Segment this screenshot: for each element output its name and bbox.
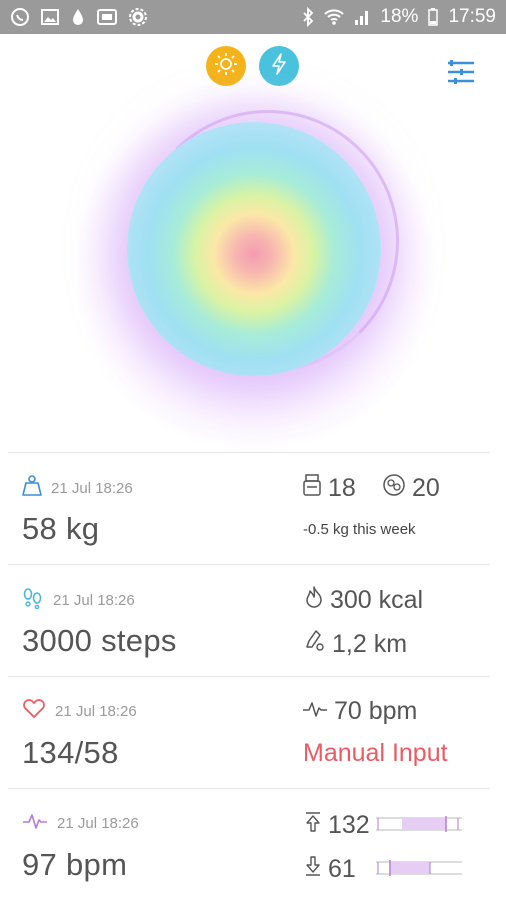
steps-calories: 300 kcal: [304, 585, 423, 616]
bluetooth-icon: [302, 7, 314, 27]
heart-rate-card[interactable]: 21 Jul 18:26 97 bpm 132 61: [8, 788, 490, 900]
bp-source: Manual Input: [303, 739, 448, 767]
gallery-icon: [40, 7, 60, 27]
health-orb[interactable]: [55, 82, 455, 452]
battery-percent: 18%: [380, 6, 419, 27]
hr-min-value: 61: [328, 855, 356, 883]
weight-value: 58 kg: [22, 511, 100, 546]
sun-icon: [214, 52, 238, 81]
arrow-up-icon: [304, 811, 322, 840]
bottle-icon: [302, 473, 322, 504]
steps-card[interactable]: 21 Jul 18:26 3000 steps 300 kcal 1,2 km: [8, 564, 490, 676]
heart-icon: [22, 699, 46, 723]
bp-pulse-value: 70 bpm: [334, 697, 418, 725]
bp-timestamp: 21 Jul 18:26: [55, 702, 137, 720]
steps-value: 3000 steps: [22, 623, 177, 658]
lightning-button[interactable]: [259, 46, 299, 86]
weight-timestamp: 21 Jul 18:26: [51, 479, 133, 497]
weight-stat2: 20: [382, 473, 440, 504]
bp-pulse: 70 bpm: [302, 697, 417, 726]
weight-weekly-change: -0.5 kg this week: [303, 521, 416, 538]
hr-max-value: 132: [328, 811, 370, 839]
arrow-down-icon: [304, 855, 322, 884]
shoe-distance-icon: [304, 629, 326, 660]
wifi-icon: [324, 8, 345, 26]
weight-stat2-value: 20: [412, 474, 440, 502]
hr-max: 132: [304, 811, 370, 840]
steps-calories-value: 300 kcal: [330, 586, 424, 614]
status-bar: 18% 17:59: [0, 0, 506, 34]
flame-icon: [304, 585, 324, 616]
hr-min: 61: [304, 855, 356, 884]
signal-icon: [354, 8, 370, 26]
settings-icon: [128, 7, 148, 27]
body-composition-icon: [382, 473, 406, 504]
clock: 17:59: [448, 6, 496, 27]
hr-value: 97 bpm: [22, 847, 128, 882]
battery-icon: [428, 8, 439, 26]
drop-icon: [70, 7, 86, 27]
orb-sphere: [127, 122, 381, 376]
steps-distance: 1,2 km: [304, 629, 407, 660]
hr-min-bar: [376, 860, 462, 876]
footsteps-icon: [22, 587, 44, 613]
bp-timestamp-row: 21 Jul 18:26: [22, 699, 137, 723]
sun-button[interactable]: [206, 46, 246, 86]
steps-timestamp: 21 Jul 18:26: [53, 591, 135, 609]
scale-weight-icon: [22, 475, 42, 501]
weight-stat1-value: 18: [328, 474, 356, 502]
weight-timestamp-row: 21 Jul 18:26: [22, 475, 133, 501]
bp-value: 134/58: [22, 735, 119, 770]
whatsapp-icon: [10, 7, 30, 27]
heartbeat-icon: [22, 811, 48, 835]
cast-icon: [96, 7, 118, 27]
hr-max-bar: [376, 816, 462, 832]
hr-timestamp: 21 Jul 18:26: [57, 814, 139, 832]
steps-timestamp-row: 21 Jul 18:26: [22, 587, 135, 613]
weight-card[interactable]: 21 Jul 18:26 58 kg 18 20 -0.5 kg this we…: [8, 452, 490, 564]
blood-pressure-card[interactable]: 21 Jul 18:26 134/58 70 bpm Manual Input: [8, 676, 490, 788]
lightning-icon: [268, 52, 290, 81]
hr-timestamp-row: 21 Jul 18:26: [22, 811, 139, 835]
pulse-icon: [302, 697, 328, 726]
steps-distance-value: 1,2 km: [332, 630, 408, 658]
weight-stat1: 18: [302, 473, 356, 504]
